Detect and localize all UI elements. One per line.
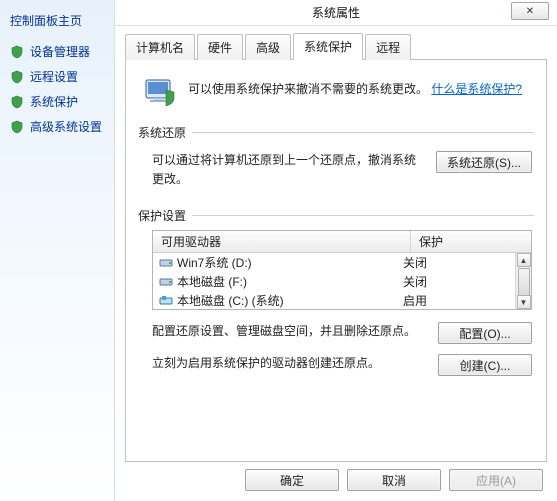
sidebar-item-label: 系统保护: [30, 93, 78, 110]
group-label-text: 系统还原: [138, 124, 186, 141]
group-label-restore: 系统还原: [138, 124, 534, 141]
dialog-title: 系统属性: [312, 4, 360, 21]
intro-desc: 可以使用系统保护来撤消不需要的系统更改。: [188, 82, 428, 96]
group-label-protection: 保护设置: [138, 207, 534, 224]
drive-name: 本地磁盘 (C:) (系统): [177, 292, 284, 309]
group-label-text: 保护设置: [138, 207, 186, 224]
help-link[interactable]: 什么是系统保护?: [431, 82, 522, 96]
apply-button[interactable]: 应用(A): [449, 469, 543, 491]
system-restore-button[interactable]: 系统还原(S)...: [436, 151, 532, 173]
drive-protection: 关闭: [395, 273, 515, 290]
sidebar-item-device-manager[interactable]: 设备管理器: [6, 39, 108, 64]
hdd-icon: [159, 276, 173, 288]
scroll-thumb[interactable]: [518, 268, 530, 296]
scrollbar[interactable]: ▲ ▼: [515, 253, 531, 309]
tab-content: 可以使用系统保护来撤消不需要的系统更改。 什么是系统保护? 系统还原 可以通过将…: [125, 60, 547, 462]
shield-icon: [10, 45, 24, 59]
shield-icon: [10, 70, 24, 84]
ok-button[interactable]: 确定: [245, 469, 339, 491]
window: 控制面板主页 设备管理器 远程设置 系统保护 高级系统设置: [0, 0, 557, 501]
cancel-button[interactable]: 取消: [347, 469, 441, 491]
drive-protection: 启用: [395, 292, 515, 309]
column-header-protection[interactable]: 保护: [411, 231, 531, 252]
tab-computer-name[interactable]: 计算机名: [125, 34, 195, 60]
restore-desc: 可以通过将计算机还原到上一个还原点，撤消系统更改。: [152, 151, 424, 189]
sidebar-item-system-protection[interactable]: 系统保护: [6, 89, 108, 114]
dialog-title-bar: 系统属性 ✕: [115, 0, 557, 26]
restore-row: 可以通过将计算机还原到上一个还原点，撤消系统更改。 系统还原(S)...: [138, 147, 534, 201]
shield-icon: [10, 95, 24, 109]
intro-text: 可以使用系统保护来撤消不需要的系统更改。 什么是系统保护?: [188, 74, 522, 99]
create-button[interactable]: 创建(C)...: [438, 354, 532, 376]
close-button[interactable]: ✕: [511, 2, 549, 20]
configure-desc: 配置还原设置、管理磁盘空间，并且删除还原点。: [152, 322, 426, 341]
tab-bar: 计算机名 硬件 高级 系统保护 远程: [125, 32, 547, 60]
system-disk-icon: [159, 295, 173, 307]
tab-hardware[interactable]: 硬件: [197, 34, 243, 60]
configure-button[interactable]: 配置(O)...: [438, 322, 532, 344]
monitor-shield-icon: [142, 74, 178, 110]
drive-rows: Win7系统 (D:) 关闭 本地磁盘 (F:) 关闭: [153, 253, 515, 309]
hdd-icon: [159, 257, 173, 269]
sidebar-item-label: 高级系统设置: [30, 118, 102, 135]
tab-advanced[interactable]: 高级: [245, 34, 291, 60]
column-header-name[interactable]: 可用驱动器: [153, 231, 411, 252]
drive-list-header: 可用驱动器 保护: [153, 231, 531, 253]
dialog-area: 系统属性 ✕ 计算机名 硬件 高级 系统保护 远程: [115, 0, 557, 501]
sidebar-title: 控制面板主页: [6, 8, 108, 39]
close-icon: ✕: [526, 6, 534, 17]
sidebar-item-advanced-settings[interactable]: 高级系统设置: [6, 114, 108, 139]
drive-protection: 关闭: [395, 254, 515, 271]
sidebar: 控制面板主页 设备管理器 远程设置 系统保护 高级系统设置: [0, 0, 115, 501]
scroll-down-button[interactable]: ▼: [517, 295, 531, 309]
list-item[interactable]: 本地磁盘 (C:) (系统) 启用: [153, 291, 515, 309]
dialog-buttons: 确定 取消 应用(A): [245, 469, 543, 491]
drive-name: 本地磁盘 (F:): [177, 273, 247, 290]
create-desc: 立刻为启用系统保护的驱动器创建还原点。: [152, 354, 426, 373]
drive-list: 可用驱动器 保护 Win7系统 (D:) 关闭: [152, 230, 532, 310]
list-item[interactable]: 本地磁盘 (F:) 关闭: [153, 272, 515, 291]
sidebar-item-remote-settings[interactable]: 远程设置: [6, 64, 108, 89]
configure-row: 配置还原设置、管理磁盘空间，并且删除还原点。 配置(O)...: [138, 320, 534, 352]
tab-remote[interactable]: 远程: [365, 34, 411, 60]
create-row: 立刻为启用系统保护的驱动器创建还原点。 创建(C)...: [138, 352, 534, 384]
sidebar-item-label: 远程设置: [30, 68, 78, 85]
shield-icon: [10, 120, 24, 134]
drive-name: Win7系统 (D:): [177, 254, 252, 271]
sidebar-item-label: 设备管理器: [30, 43, 90, 60]
intro-row: 可以使用系统保护来撤消不需要的系统更改。 什么是系统保护?: [138, 70, 534, 118]
scroll-up-button[interactable]: ▲: [517, 253, 531, 267]
tab-system-protection[interactable]: 系统保护: [293, 33, 363, 60]
list-item[interactable]: Win7系统 (D:) 关闭: [153, 253, 515, 272]
